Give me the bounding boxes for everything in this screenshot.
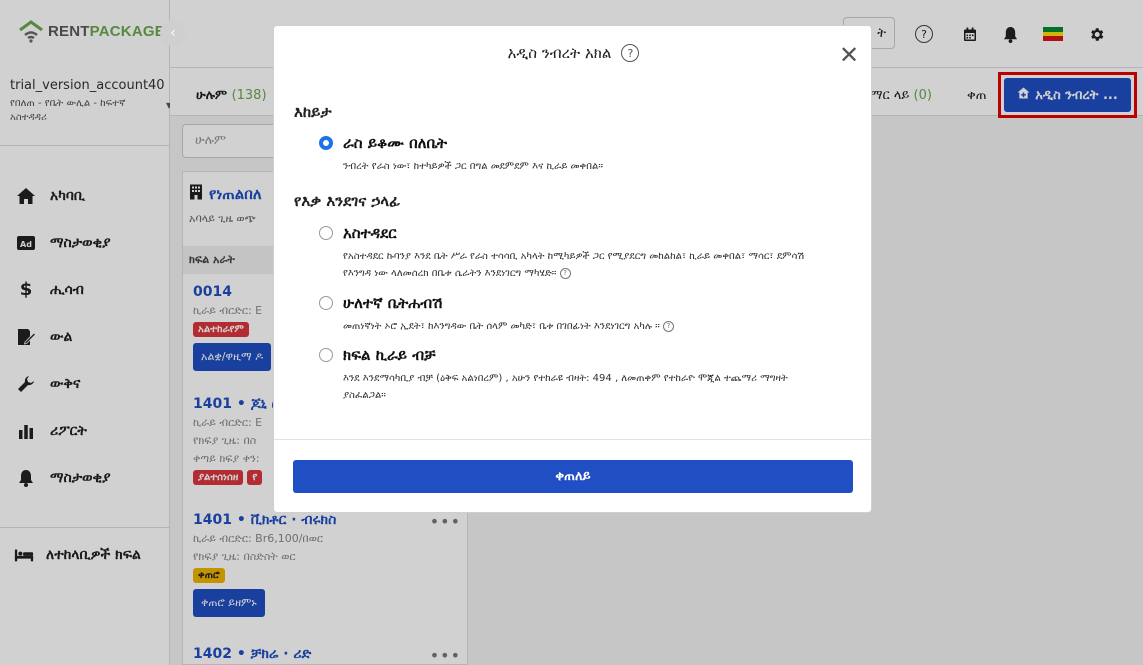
help-icon[interactable]: ? xyxy=(559,267,571,279)
option-description: እንደ እንደማሳካቢያ ብቻ (ዕቅፍ አልነበረም) , አሁን የተከራዩ… xyxy=(343,373,788,401)
sidebar-collapse-button[interactable]: ‹ xyxy=(160,20,186,46)
modal-header: አዲስ ንብረት አክል ? xyxy=(274,44,873,62)
close-icon[interactable]: ✕ xyxy=(839,43,859,67)
option-self-owner[interactable]: ራስ ይቆሙ በለቤት ንብረት የራስ ነው፣ ከተካይዎች ጋር በግል መ… xyxy=(319,134,839,175)
radio-sublease[interactable] xyxy=(319,296,333,310)
help-icon[interactable]: ? xyxy=(621,44,640,62)
option-description: ንብረት የራስ ነው፣ ከተካይዎች ጋር በግል መደምደም እና ኪራይ … xyxy=(343,161,604,172)
radio-self-owner[interactable] xyxy=(319,136,333,150)
radio-management[interactable] xyxy=(319,226,333,240)
section-label-management: የእቃ እንደገና ኃላፊ xyxy=(294,192,401,210)
option-description: መጠነኛነት ኦሮ ኢደት፣ ከእንግዳው ቤት ሰላም መካድ፣ ቤቱ በገበ… xyxy=(343,321,660,332)
option-room-rental[interactable]: ክፍል ኪራይ ብቻ እንደ እንደማሳካቢያ ብቻ (ዕቅፍ አልነበረም) … xyxy=(319,346,839,404)
chevron-left-icon: ‹ xyxy=(170,25,176,41)
modal-title: አዲስ ንብረት አክል xyxy=(507,44,612,62)
radio-room-rental[interactable] xyxy=(319,348,333,362)
help-icon[interactable]: ? xyxy=(663,320,675,332)
add-property-modal: አዲስ ንብረት አክል ? ✕ እከይታ ራስ ይቆሙ በለቤት ንብረት የ… xyxy=(273,25,872,513)
option-label: አስተዳደር xyxy=(343,224,397,242)
divider xyxy=(274,439,871,440)
continue-button[interactable]: ቀጠለይ xyxy=(293,460,853,493)
option-label: ክፍል ኪራይ ብቻ xyxy=(343,346,436,364)
option-management[interactable]: አስተዳደር የአስተዳደር ኩባንያ እንደ ቤት ሥራ የራስ ተሳሳቢ አ… xyxy=(319,224,839,282)
option-sublease[interactable]: ሁለተኛ ቤትሐብሽ መጠነኛነት ኦሮ ኢደት፣ ከእንግዳው ቤት ሰላም … xyxy=(319,294,839,335)
option-description: የአስተዳደር ኩባንያ እንደ ቤት ሥራ የራስ ተሳሳቢ አካላት ከሚካ… xyxy=(343,251,805,279)
option-label: ሁለተኛ ቤትሐብሽ xyxy=(343,294,443,312)
option-label: ራስ ይቆሙ በለቤት xyxy=(343,134,447,152)
section-label-ownership: እከይታ xyxy=(294,103,332,121)
